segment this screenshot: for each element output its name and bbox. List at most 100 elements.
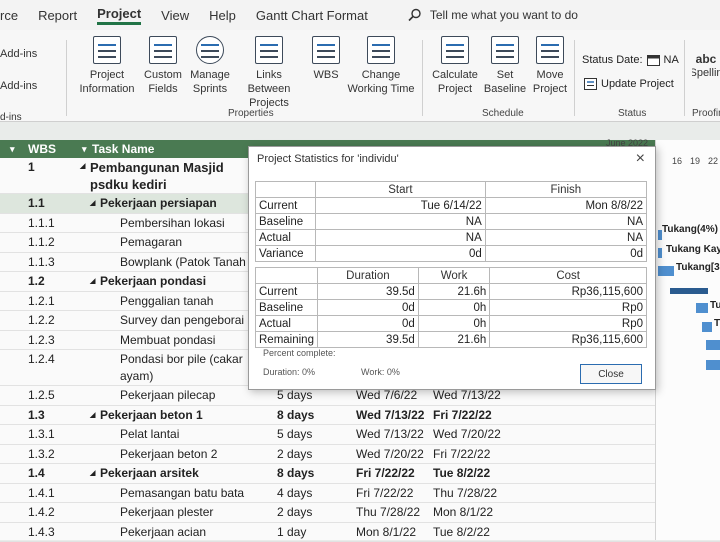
set-baseline-button[interactable]: Set Baseline xyxy=(480,36,530,96)
cell-wbs[interactable]: 1.3 xyxy=(28,408,45,422)
cell-task-name[interactable]: Survey dan pengeborai xyxy=(120,313,244,327)
table-row[interactable]: 1.4 ◢ Pekerjaan arsitek 8 days Fri 7/22/22 Tu… xyxy=(0,464,720,484)
cell-wbs[interactable]: 1.1.2 xyxy=(28,235,55,249)
cell-task-name[interactable]: Pekerjaan pilecap xyxy=(120,388,215,402)
cell-duration[interactable]: 8 days xyxy=(277,408,314,422)
cell-start[interactable]: Wed 7/13/22 xyxy=(356,408,424,422)
cell-wbs[interactable]: 1.2.2 xyxy=(28,313,55,327)
cell-finish[interactable]: Mon 8/1/22 xyxy=(433,505,493,519)
manage-sprints-button[interactable]: Manage Sprints xyxy=(188,36,232,96)
cell-wbs[interactable]: 1.4 xyxy=(28,466,45,480)
cell-duration[interactable]: 8 days xyxy=(277,466,314,480)
cell-finish[interactable]: Thu 7/28/22 xyxy=(433,486,497,500)
table-row[interactable]: 1.4.3 Pekerjaan acian 1 day Mon 8/1/22 Tue 8… xyxy=(0,523,720,542)
gantt-bar[interactable] xyxy=(702,322,712,332)
cell-finish[interactable]: Tue 8/2/22 xyxy=(433,466,490,480)
tab-help[interactable]: Help xyxy=(209,8,236,23)
cell-start[interactable]: Fri 7/22/22 xyxy=(356,466,415,480)
cell-task-name[interactable]: Pekerjaan acian xyxy=(120,525,206,539)
cell-task-name[interactable]: Pekerjaan plester xyxy=(120,505,213,519)
gantt-bar[interactable] xyxy=(658,266,674,276)
cell-wbs[interactable]: 1 xyxy=(28,160,35,174)
cell-wbs[interactable]: 1.3.2 xyxy=(28,447,55,461)
table-row[interactable]: 1.3◢Pekerjaan beton 18 daysWed 7/13/22Fr… xyxy=(0,406,720,426)
cell-start[interactable]: Thu 7/28/22 xyxy=(356,505,420,519)
table-row[interactable]: 1.4.2 Pekerjaan plester 2 days Thu 7/28/22 M… xyxy=(0,503,720,523)
tell-me-box[interactable]: Tell me what you want to do xyxy=(408,8,578,22)
cell-wbs[interactable]: 1.2.4 xyxy=(28,352,55,366)
cell-task-name[interactable]: Pekerjaan arsitek xyxy=(100,466,199,480)
cell-duration[interactable]: 1 day xyxy=(277,525,306,539)
cell-task-name[interactable]: Pekerjaan beton 2 xyxy=(120,447,217,461)
tab-view[interactable]: View xyxy=(161,8,189,23)
close-icon[interactable]: × xyxy=(636,150,645,168)
calculate-project-button[interactable]: Calculate Project xyxy=(430,36,480,96)
close-button[interactable]: Close xyxy=(580,364,642,384)
tab-gantt-chart-format[interactable]: Gantt Chart Format xyxy=(256,8,368,23)
tab-resource[interactable]: rce xyxy=(0,8,18,23)
cell-wbs[interactable]: 1.4.3 xyxy=(28,525,55,539)
gantt-bar[interactable] xyxy=(696,303,708,313)
collapse-triangle-icon[interactable]: ◢ xyxy=(90,469,95,477)
cell-task-name[interactable]: Penggalian tanah xyxy=(120,294,213,308)
collapse-triangle-icon[interactable]: ◢ xyxy=(90,411,95,419)
cell-wbs[interactable]: 1.2.1 xyxy=(28,294,55,308)
add-ins-button-2[interactable]: Add-ins xyxy=(0,70,62,102)
table-row[interactable]: 1.3.2Pekerjaan beton 22 daysWed 7/20/22F… xyxy=(0,445,720,465)
cell-finish[interactable]: Tue 8/2/22 xyxy=(433,525,490,539)
header-wbs[interactable]: WBS xyxy=(28,142,56,156)
cell-start[interactable]: Wed 7/13/22 xyxy=(356,427,424,441)
cell-start[interactable]: Wed 7/6/22 xyxy=(356,388,417,402)
cell-wbs[interactable]: 1.2 xyxy=(28,274,45,288)
cell-wbs[interactable]: 1.3.1 xyxy=(28,427,55,441)
cell-start[interactable]: Wed 7/20/22 xyxy=(356,447,424,461)
cell-wbs[interactable]: 1.4.2 xyxy=(28,505,55,519)
gantt-bar[interactable] xyxy=(706,340,720,350)
collapse-triangle-icon[interactable]: ◢ xyxy=(90,277,95,285)
cell-duration[interactable]: 2 days xyxy=(277,447,312,461)
tab-report[interactable]: Report xyxy=(38,8,77,23)
cell-task-name[interactable]: Pekerjaan persiapan xyxy=(100,196,217,210)
cell-wbs[interactable]: 1.4.1 xyxy=(28,486,55,500)
update-project-button[interactable]: Update Project xyxy=(584,78,674,90)
gantt-bar[interactable] xyxy=(706,360,720,370)
cell-task-name[interactable]: Pekerjaan beton 1 xyxy=(100,408,203,422)
cell-duration[interactable]: 4 days xyxy=(277,486,312,500)
cell-task-name[interactable]: Bowplank (Patok Tanah xyxy=(120,255,246,269)
add-ins-button-1[interactable]: Add-ins xyxy=(0,38,62,70)
cell-start[interactable]: Mon 8/1/22 xyxy=(356,525,416,539)
cell-wbs[interactable]: 1.1.1 xyxy=(28,216,55,230)
cell-duration[interactable]: 2 days xyxy=(277,505,312,519)
cell-start[interactable]: Fri 7/22/22 xyxy=(356,486,413,500)
gantt-bar[interactable] xyxy=(658,248,662,258)
collapse-arrow-icon[interactable]: ▾ xyxy=(10,144,15,155)
wbs-button[interactable]: WBS xyxy=(308,36,344,82)
cell-task-name[interactable]: Pembersihan lokasi xyxy=(120,216,225,230)
cell-task-name-line2[interactable]: ayam) xyxy=(120,369,153,383)
cell-task-name[interactable]: Pemasangan batu bata xyxy=(120,486,244,500)
tab-project[interactable]: Project xyxy=(97,6,141,25)
change-working-time-button[interactable]: Change Working Time xyxy=(346,36,416,96)
cell-duration[interactable]: 5 days xyxy=(277,388,312,402)
table-row[interactable]: 1.3.1Pelat lantai5 daysWed 7/13/22Wed 7/… xyxy=(0,425,720,445)
sort-arrow-icon[interactable]: ▾ xyxy=(82,144,87,155)
cell-finish[interactable]: Wed 7/13/22 xyxy=(433,388,501,402)
cell-task-name[interactable]: Pemagaran xyxy=(120,235,182,249)
cell-duration[interactable]: 5 days xyxy=(277,427,312,441)
links-between-projects-button[interactable]: Links Between Projects xyxy=(234,36,304,110)
gantt-summary-bar[interactable] xyxy=(670,288,708,294)
table-row[interactable]: 1.4.1 Pemasangan batu bata 4 days Fri 7/22/… xyxy=(0,484,720,504)
cell-wbs[interactable]: 1.2.3 xyxy=(28,333,55,347)
cell-task-name[interactable]: Pembangunan Masjid xyxy=(90,160,224,175)
cell-wbs[interactable]: 1.1 xyxy=(28,196,45,210)
custom-fields-button[interactable]: Custom Fields xyxy=(140,36,186,96)
cell-finish[interactable]: Wed 7/20/22 xyxy=(433,427,501,441)
status-date-control[interactable]: Status Date: NA xyxy=(582,54,679,66)
spelling-button[interactable]: abc Spellin xyxy=(692,52,720,80)
cell-task-name-line2[interactable]: psdku kediri xyxy=(90,177,167,192)
header-task-name[interactable]: Task Name xyxy=(92,142,154,156)
move-project-button[interactable]: Move Project xyxy=(530,36,570,96)
cell-wbs[interactable]: 1.2.5 xyxy=(28,388,55,402)
cell-task-name[interactable]: Pekerjaan pondasi xyxy=(100,274,206,288)
collapse-triangle-icon[interactable]: ◢ xyxy=(80,162,85,170)
